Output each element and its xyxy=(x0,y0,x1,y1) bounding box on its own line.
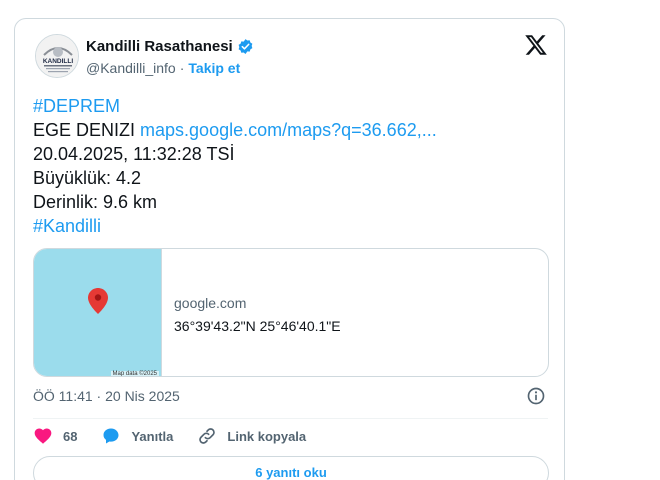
tweet-actions: 68 Yanıtla Link kopyala xyxy=(33,425,330,447)
heart-icon xyxy=(34,428,52,444)
avatar-logo-text: KANDILLI xyxy=(43,58,74,65)
author-handle[interactable]: @Kandilli_info xyxy=(86,60,176,76)
reply-bubble-icon xyxy=(103,428,119,444)
read-replies-button[interactable]: 6 yanıtı oku xyxy=(33,456,549,480)
author-handle-row: @Kandilli_info · Takip et xyxy=(86,60,240,76)
verified-badge-icon xyxy=(238,39,253,54)
follow-button[interactable]: Takip et xyxy=(188,60,240,76)
author-name[interactable]: Kandilli Rasathanesi xyxy=(86,38,233,55)
map-thumbnail: Map data ©2025 xyxy=(34,249,162,377)
depth-text: Derinlik: 9.6 km xyxy=(33,192,158,212)
copy-link-label: Link kopyala xyxy=(227,428,307,444)
divider xyxy=(33,418,548,419)
avatar[interactable]: KANDILLI xyxy=(35,34,79,78)
handle-separator: · xyxy=(179,60,185,76)
reply-label: Yanıtla xyxy=(131,428,174,444)
map-url-link[interactable]: maps.google.com/maps?q=36.662,... xyxy=(140,120,437,140)
like-button[interactable]: 68 xyxy=(33,426,77,446)
map-attribution: Map data ©2025 xyxy=(110,371,159,377)
location-text: EGE DENIZI xyxy=(33,120,136,140)
hashtag-kandilli-link[interactable]: #Kandilli xyxy=(33,216,101,236)
reply-button[interactable]: Yanıtla xyxy=(101,426,173,446)
tweet-card: KANDILLI Kandilli Rasathanesi @Kandilli_… xyxy=(14,18,565,480)
hashtag-deprem-link[interactable]: #DEPREM xyxy=(33,96,120,116)
info-icon[interactable] xyxy=(526,386,546,406)
tweet-timestamp[interactable]: ÖÖ 11:41 · 20 Nis 2025 xyxy=(33,388,180,404)
link-icon xyxy=(199,428,216,444)
like-count: 68 xyxy=(63,428,78,444)
tweet-text: #DEPREM EGE DENIZI maps.google.com/maps?… xyxy=(33,94,437,238)
map-pin-icon xyxy=(88,288,108,314)
magnitude-text: Büyüklük: 4.2 xyxy=(33,168,142,188)
link-domain: google.com xyxy=(174,295,247,311)
x-logo-icon[interactable] xyxy=(524,33,548,57)
copy-link-button[interactable]: Link kopyala xyxy=(197,426,306,446)
datetime-text: 20.04.2025, 11:32:28 TSİ xyxy=(33,144,235,164)
link-preview-card[interactable]: Map data ©2025 google.com 36°39'43.2"N 2… xyxy=(33,248,549,377)
link-coordinates: 36°39'43.2"N 25°46'40.1"E xyxy=(174,318,341,334)
author-name-row: Kandilli Rasathanesi xyxy=(86,38,254,55)
